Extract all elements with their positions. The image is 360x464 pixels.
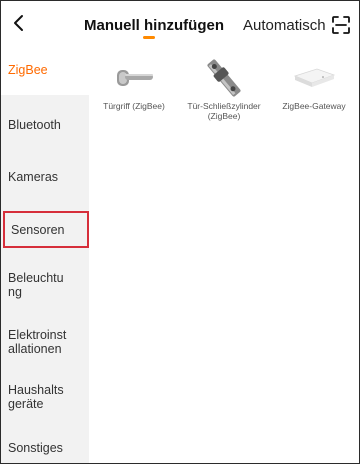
device-lock-cylinder[interactable]: Tür-Schließzylinder (ZigBee) bbox=[179, 55, 269, 121]
tab-automatic[interactable]: Automatisch bbox=[243, 17, 326, 34]
sidebar-item-label: Haushalts geräte bbox=[8, 383, 64, 411]
device-door-handle[interactable]: Türgriff (ZigBee) bbox=[89, 55, 179, 111]
door-handle-icon bbox=[117, 70, 153, 86]
sidebar-item-label: Bluetooth bbox=[8, 118, 61, 132]
gateway-icon bbox=[293, 68, 336, 87]
chevron-left-icon[interactable] bbox=[9, 13, 29, 33]
app-frame: Manuell hinzufügen Automatisch ZigBee Bl… bbox=[0, 0, 360, 464]
scan-icon[interactable] bbox=[332, 16, 350, 34]
sidebar-item-sensors[interactable]: Sensoren bbox=[3, 211, 89, 248]
sidebar-item-label: Sensoren bbox=[11, 222, 65, 237]
sidebar-item-label: ZigBee bbox=[8, 63, 48, 77]
top-bar: Manuell hinzufügen Automatisch bbox=[1, 1, 359, 45]
device-label: Türgriff (ZigBee) bbox=[103, 101, 165, 111]
sidebar-item-label: Beleuchtu ng bbox=[8, 271, 64, 299]
sidebar-item-electrical[interactable]: Elektroinst allationen bbox=[1, 312, 81, 372]
sidebar-item-label: Elektroinst allationen bbox=[8, 328, 67, 356]
sidebar-item-zigbee[interactable]: ZigBee bbox=[1, 45, 89, 95]
device-zigbee-gateway[interactable]: ZigBee-Gateway bbox=[269, 55, 359, 111]
sidebar-item-lighting[interactable]: Beleuchtu ng bbox=[1, 258, 67, 312]
device-grid: Türgriff (ZigBee) Tür-Schließzylinder (Z… bbox=[89, 45, 359, 463]
category-sidebar: ZigBee Bluetooth Kameras Sensoren Beleuc… bbox=[1, 45, 89, 463]
sidebar-item-label: Sonstiges bbox=[8, 441, 63, 455]
device-label: Tür-Schließzylinder (ZigBee) bbox=[187, 101, 261, 121]
sidebar-item-appliances[interactable]: Haushalts geräte bbox=[1, 372, 67, 422]
tab-manual-add[interactable]: Manuell hinzufügen bbox=[84, 17, 224, 34]
sidebar-item-bluetooth[interactable]: Bluetooth bbox=[1, 95, 89, 155]
sidebar-item-cameras[interactable]: Kameras bbox=[1, 155, 89, 199]
lock-cylinder-icon bbox=[207, 59, 241, 97]
active-tab-indicator bbox=[143, 36, 155, 39]
device-label: ZigBee-Gateway bbox=[282, 101, 346, 111]
sidebar-item-other[interactable]: Sonstiges bbox=[1, 423, 89, 463]
sidebar-item-label: Kameras bbox=[8, 170, 59, 184]
